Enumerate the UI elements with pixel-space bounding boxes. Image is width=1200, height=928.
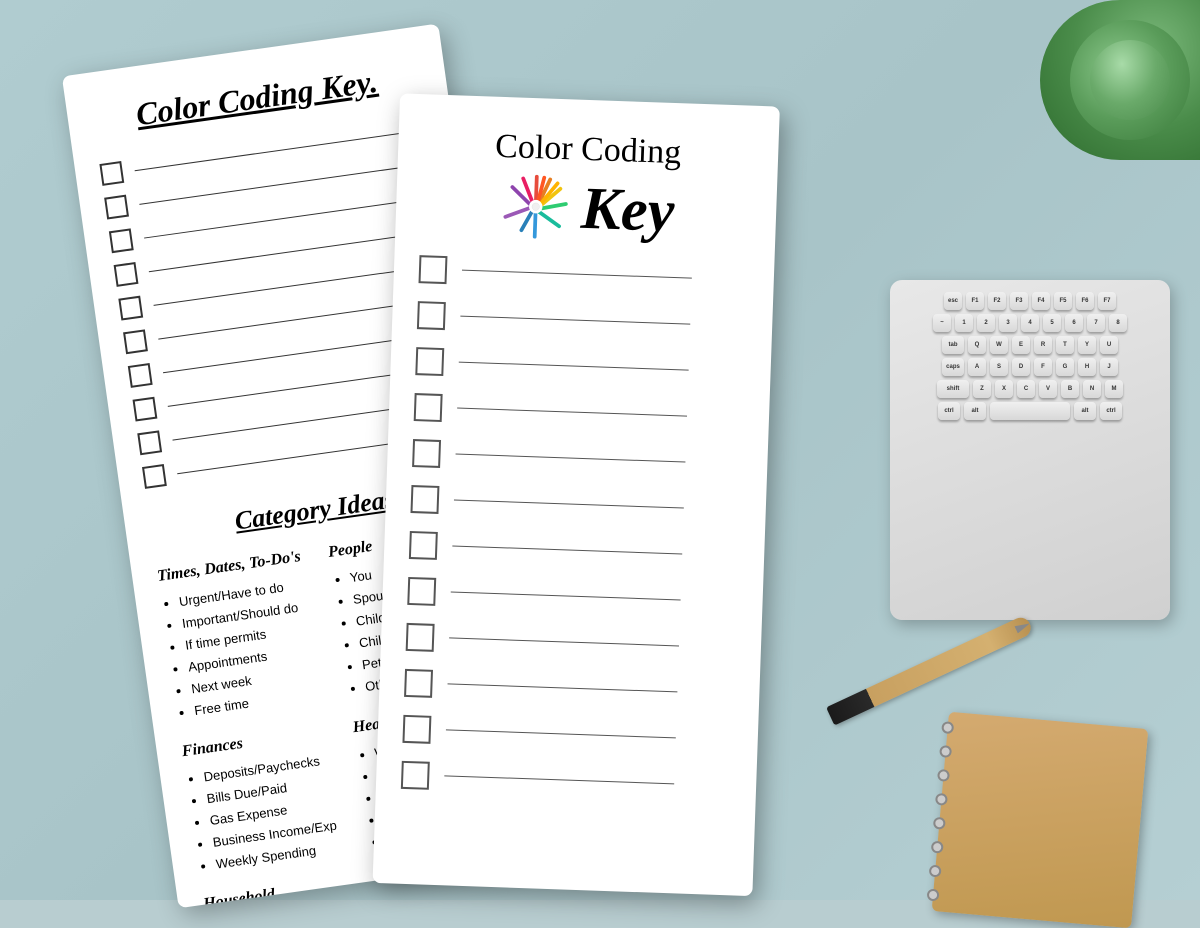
front-checkbox-item	[401, 761, 732, 800]
front-line	[457, 408, 686, 417]
keyboard: esc F1 F2 F3 F4 F5 F6 F7 ~ 1 2 3 4 5 6 7…	[890, 280, 1170, 620]
category-list-finances: Deposits/Paychecks Bills Due/Paid Gas Ex…	[184, 747, 355, 878]
notebook	[932, 712, 1149, 928]
front-checkbox-item	[402, 715, 733, 754]
front-checkbox-item	[404, 669, 735, 708]
checkbox-square	[128, 363, 153, 388]
front-line-group	[457, 408, 744, 419]
front-checkbox-square	[417, 301, 446, 330]
list-item: Meal plans	[224, 900, 365, 909]
checkbox-square	[109, 228, 134, 253]
front-line-group	[452, 546, 739, 557]
front-checkbox-square	[410, 485, 439, 514]
front-checkbox-item	[412, 439, 743, 478]
checkbox-square	[137, 430, 162, 455]
front-checkbox-square	[415, 347, 444, 376]
front-line-group	[459, 362, 746, 373]
category-list-times: Urgent/Have to do Important/Should do If…	[160, 572, 334, 725]
front-line	[462, 270, 691, 279]
front-line	[449, 638, 678, 647]
checkbox-square	[133, 397, 158, 422]
card-front-title-line2: Key	[580, 178, 675, 241]
succulent-plant	[1040, 0, 1200, 160]
color-wheel-icon	[497, 168, 575, 246]
pen	[826, 614, 1034, 725]
front-checkbox-square	[401, 761, 430, 790]
front-checkbox-square	[409, 531, 438, 560]
front-line-group	[444, 776, 731, 787]
front-checkbox-item	[406, 623, 737, 662]
front-line	[444, 776, 673, 785]
front-checkbox-square	[406, 623, 435, 652]
checkbox-square	[114, 262, 139, 287]
front-checkbox-item	[419, 255, 750, 294]
front-line-group	[449, 638, 736, 649]
card-front: Color Coding	[373, 93, 780, 896]
front-line	[446, 730, 675, 739]
front-checkbox-square	[412, 439, 441, 468]
front-line	[460, 316, 689, 325]
front-checkbox-item	[409, 531, 740, 570]
front-checkbox-item	[415, 347, 746, 386]
category-heading-household: Household	[202, 874, 360, 908]
front-line-group	[456, 454, 743, 465]
checkbox-square	[123, 329, 148, 354]
front-checkbox-item	[417, 301, 748, 340]
front-line	[459, 362, 688, 371]
front-line-group	[448, 684, 735, 695]
front-line	[452, 546, 681, 555]
front-line-group	[460, 316, 747, 327]
front-line	[448, 684, 677, 693]
checkbox-square	[99, 161, 124, 186]
front-line	[456, 454, 685, 463]
front-line-group	[451, 592, 738, 603]
desktop: esc F1 F2 F3 F4 F5 F6 F7 ~ 1 2 3 4 5 6 7…	[0, 0, 1200, 900]
front-checkbox-square	[404, 669, 433, 698]
front-checkbox-item	[407, 577, 738, 616]
front-line-group	[462, 270, 749, 281]
front-line	[454, 500, 683, 509]
front-checkbox-square	[419, 255, 448, 284]
front-checkbox-square	[414, 393, 443, 422]
front-checkbox-square	[407, 577, 436, 606]
front-line-group	[446, 730, 733, 741]
front-checkbox-list	[401, 255, 749, 800]
list-item: Birthda...	[398, 898, 539, 909]
front-line-group	[454, 500, 741, 511]
front-line	[451, 592, 680, 601]
checkbox-square	[142, 464, 167, 489]
front-checkbox-item	[414, 393, 745, 432]
front-checkbox-item	[410, 485, 741, 524]
checkbox-square	[118, 296, 143, 321]
checkbox-square	[104, 195, 129, 220]
front-checkbox-square	[402, 715, 431, 744]
